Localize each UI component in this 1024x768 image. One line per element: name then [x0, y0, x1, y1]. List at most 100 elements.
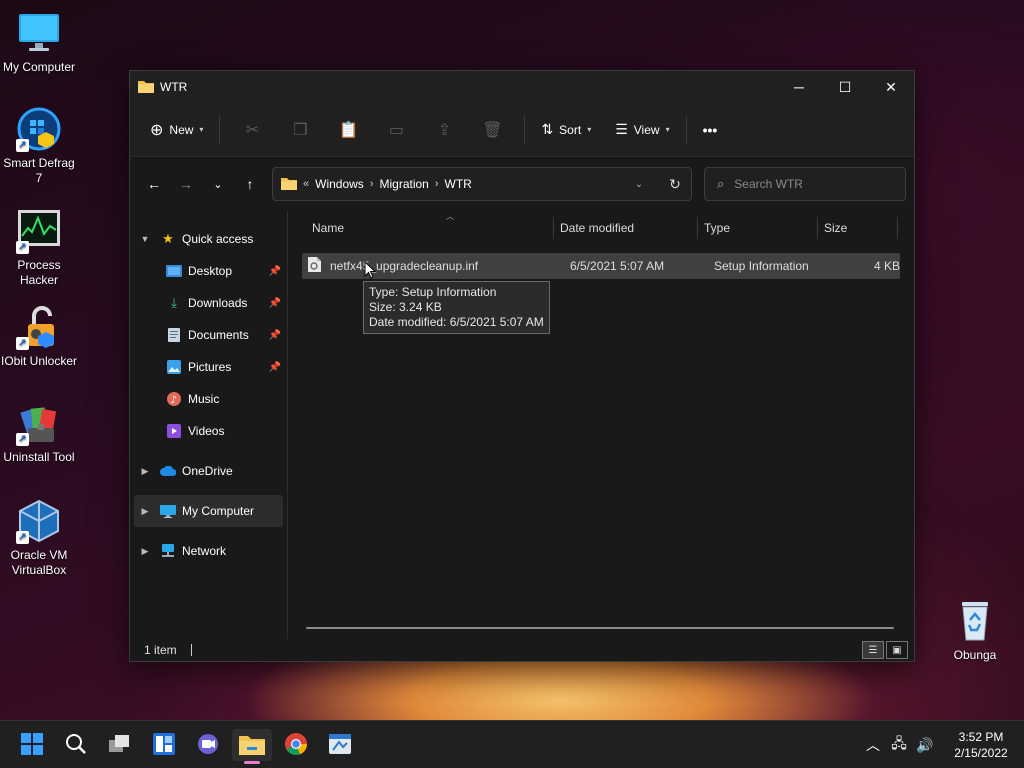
maximize-button[interactable]: ☐ — [822, 71, 868, 103]
file-row[interactable]: netfx45_upgradecleanup.inf 6/5/2021 5:07… — [302, 253, 900, 279]
column-header-type[interactable]: Type — [698, 217, 818, 239]
chevron-down-icon: ⌄ — [213, 178, 223, 191]
windows-logo-icon — [21, 732, 43, 758]
nav-item-documents[interactable]: Documents 📌 — [130, 319, 287, 351]
nav-item-videos[interactable]: Videos — [130, 415, 287, 447]
nav-item-downloads[interactable]: ⤓ Downloads 📌 — [130, 287, 287, 319]
taskbar-chrome[interactable] — [276, 729, 316, 761]
desktop-icon-iobit-unlocker[interactable]: ↗ IObit Unlocker — [0, 304, 78, 369]
taskbar-clock[interactable]: 3:52 PM 2/15/2022 — [938, 729, 1024, 761]
nav-onedrive[interactable]: ▶ OneDrive — [130, 455, 287, 487]
delete-button[interactable]: 🗑 — [468, 114, 516, 146]
horizontal-scrollbar[interactable] — [306, 627, 894, 629]
widgets-button[interactable] — [144, 729, 184, 761]
desktop-icon-label: Smart Defrag 7 — [3, 156, 75, 185]
taskbar-app[interactable] — [320, 729, 360, 761]
breadcrumb-migration[interactable]: Migration — [379, 177, 428, 191]
taskbar-search-button[interactable] — [56, 729, 96, 761]
address-bar[interactable]: « Windows › Migration › WTR ⌄ ↻ — [272, 167, 692, 201]
details-view-button[interactable]: ☰ — [862, 641, 884, 659]
pin-icon[interactable]: 📌 — [269, 266, 281, 277]
forward-button[interactable]: → — [170, 168, 202, 200]
nav-quick-access[interactable]: ▼ ★ Quick access — [130, 223, 287, 255]
clock-date: 2/15/2022 — [954, 746, 1008, 760]
arrow-up-icon: ↑ — [246, 176, 254, 192]
volume-icon[interactable]: 🔊 — [912, 737, 938, 754]
desktop-icon-recycle-bin[interactable]: Obunga — [936, 598, 1014, 663]
desktop-icon — [166, 263, 182, 279]
chevron-right-icon[interactable]: ▶ — [138, 546, 152, 557]
paste-button[interactable]: 📋 — [324, 114, 372, 146]
more-options-button[interactable]: ••• — [695, 114, 726, 146]
active-app-indicator — [244, 761, 260, 764]
desktop-icon-virtualbox[interactable]: ↗ Oracle VM VirtualBox — [0, 498, 78, 578]
large-icons-view-button[interactable]: ▣ — [886, 641, 908, 659]
address-history-chevron-icon[interactable]: ⌄ — [625, 179, 653, 190]
process-hacker-icon: ↗ — [16, 208, 62, 254]
nav-item-desktop[interactable]: Desktop 📌 — [130, 255, 287, 287]
chevron-right-icon[interactable]: ▶ — [138, 506, 152, 517]
copy-button[interactable]: ❐ — [276, 114, 324, 146]
nav-network[interactable]: ▶ Network — [130, 535, 287, 567]
column-header-date[interactable]: Date modified — [554, 217, 698, 239]
nav-item-pictures[interactable]: Pictures 📌 — [130, 351, 287, 383]
file-date: 6/5/2021 5:07 AM — [570, 259, 665, 273]
nav-label: Downloads — [188, 296, 248, 310]
toolbar-separator — [524, 115, 526, 144]
chevron-down-icon: ▾ — [587, 125, 592, 134]
recent-locations-button[interactable]: ⌄ — [202, 168, 234, 200]
teams-chat-button[interactable] — [188, 729, 228, 761]
system-tray: ︿ 🖧 🔊 3:52 PM 2/15/2022 — [860, 721, 1024, 768]
window-title: WTR — [160, 80, 188, 94]
search-input[interactable] — [734, 177, 885, 191]
sort-button[interactable]: ⇅ Sort ▾ — [533, 114, 599, 146]
chevron-right-icon[interactable]: › — [370, 178, 374, 190]
search-box[interactable]: ⌕ — [704, 167, 906, 201]
monitor-icon — [160, 503, 176, 519]
nav-label: Music — [188, 392, 220, 406]
close-button[interactable]: ✕ — [868, 71, 914, 103]
new-button[interactable]: ⊕ New ▾ — [142, 114, 211, 146]
desktop-icon-process-hacker[interactable]: ↗ Process Hacker — [0, 208, 78, 288]
show-hidden-icons-button[interactable]: ︿ — [860, 735, 886, 755]
refresh-icon[interactable]: ↻ — [659, 176, 691, 193]
network-status-icon[interactable]: 🖧 — [886, 733, 912, 757]
column-header-size[interactable]: Size — [818, 217, 898, 239]
desktop-icon-uninstall-tool[interactable]: ↗ Uninstall Tool — [0, 400, 78, 465]
recycle-bin-icon — [952, 598, 998, 644]
breadcrumb-windows[interactable]: Windows — [315, 177, 364, 191]
start-button[interactable] — [12, 729, 52, 761]
up-button[interactable]: ↑ — [234, 168, 266, 200]
share-icon: ⇪ — [437, 121, 452, 139]
shortcut-arrow-icon: ↗ — [16, 241, 29, 254]
setup-file-icon — [308, 257, 324, 275]
minimize-button[interactable]: ─ — [776, 71, 822, 103]
back-button[interactable]: ← — [138, 168, 170, 200]
arrow-left-icon: ← — [147, 176, 161, 192]
task-view-button[interactable] — [100, 729, 140, 761]
rename-button[interactable]: ▭ — [372, 114, 420, 146]
tooltip-date: Date modified: 6/5/2021 5:07 AM — [369, 315, 544, 329]
title-bar[interactable]: WTR ─ ☐ ✕ — [130, 71, 914, 103]
taskbar-file-explorer[interactable] — [232, 729, 272, 764]
chevron-down-icon[interactable]: ▼ — [138, 234, 152, 244]
pin-icon[interactable]: 📌 — [269, 298, 281, 309]
nav-label: Network — [182, 544, 227, 558]
column-header-name[interactable]: Name — [306, 217, 554, 239]
chevron-right-icon[interactable]: ▶ — [138, 466, 152, 477]
view-button[interactable]: ☰ View ▾ — [607, 114, 677, 146]
desktop-icon-my-computer[interactable]: My Computer — [0, 10, 78, 75]
chrome-icon — [284, 732, 308, 759]
nav-my-computer[interactable]: ▶ My Computer — [134, 495, 283, 527]
shortcut-arrow-icon: ↗ — [16, 433, 29, 446]
pin-icon[interactable]: 📌 — [269, 330, 281, 341]
sort-ascending-icon: ︿ — [446, 212, 454, 221]
breadcrumb-overflow[interactable]: « — [303, 178, 309, 190]
pin-icon[interactable]: 📌 — [269, 362, 281, 373]
desktop-icon-smart-defrag[interactable]: ↗ Smart Defrag 7 — [0, 106, 78, 186]
cut-button[interactable]: ✂ — [228, 114, 276, 146]
share-button[interactable]: ⇪ — [420, 114, 468, 146]
chevron-right-icon[interactable]: › — [435, 178, 439, 190]
nav-item-music[interactable]: ♪ Music — [130, 383, 287, 415]
breadcrumb-wtr[interactable]: WTR — [445, 177, 472, 191]
